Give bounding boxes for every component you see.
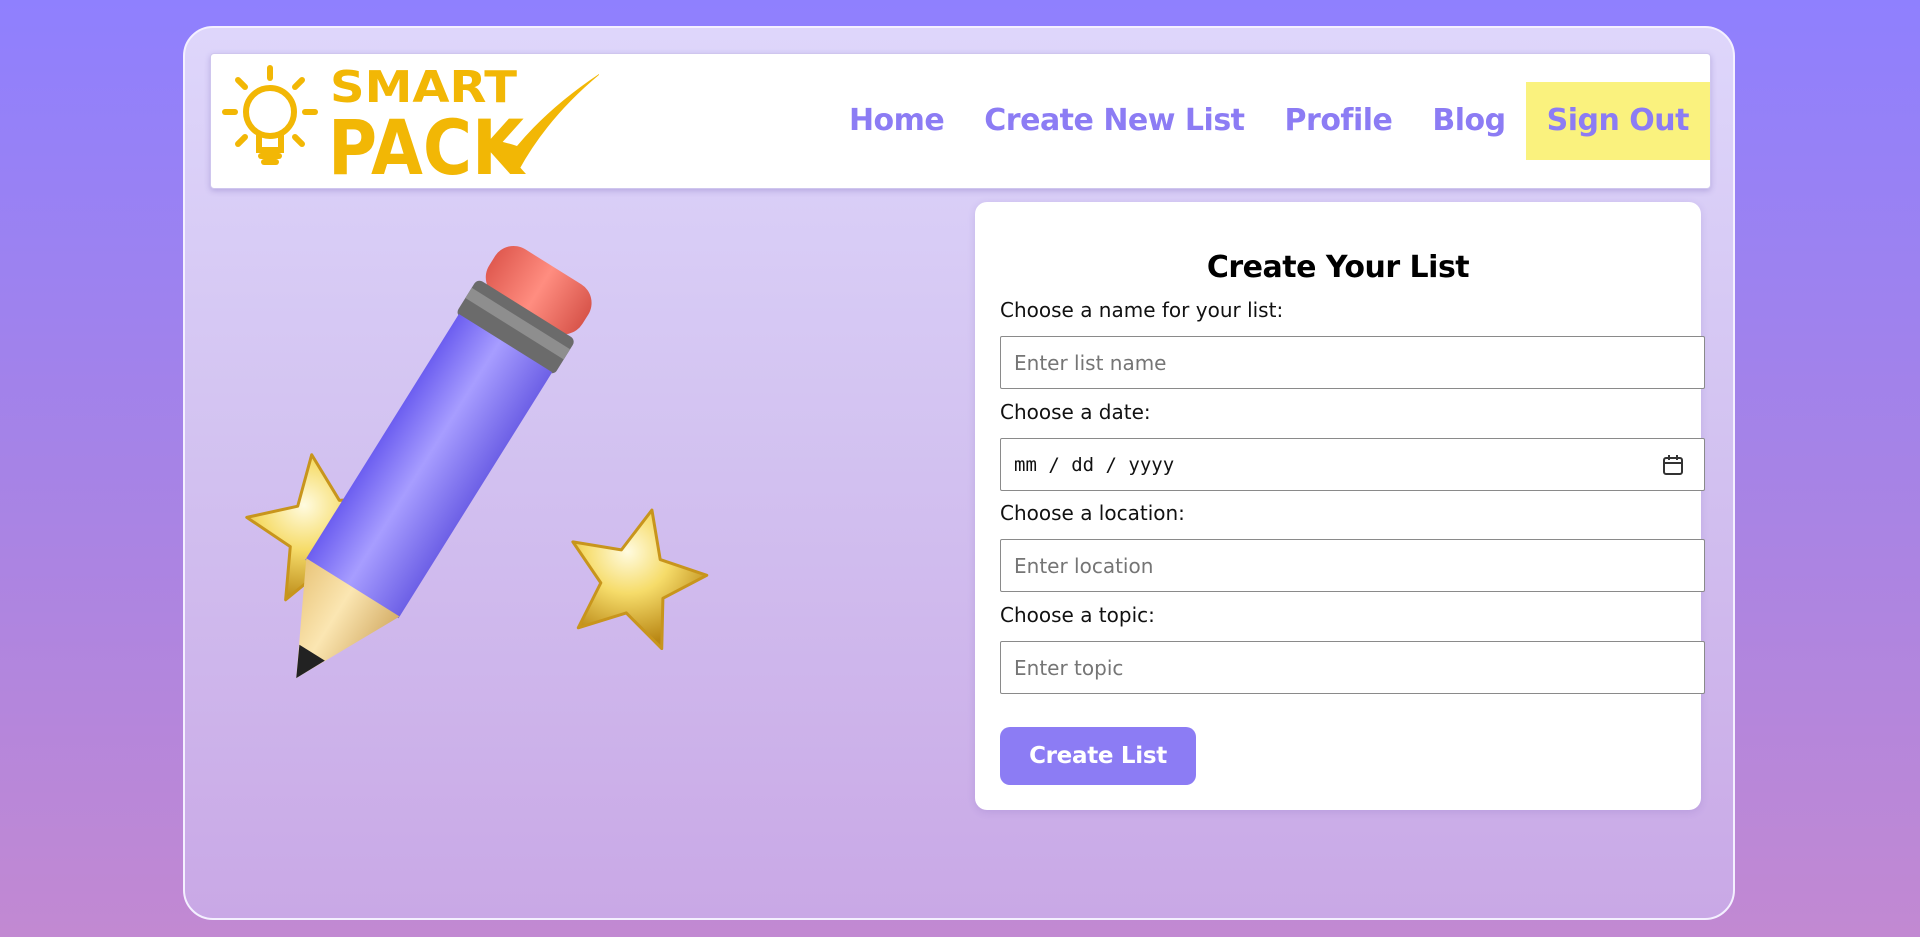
smart-pack-logo[interactable]: SMART PACK [219,60,599,180]
nav-links: Home Create New List Profile Blog Sign O… [829,82,1710,160]
topic-label: Choose a topic: [1000,603,1155,627]
nav-home-link[interactable]: Home [829,82,964,160]
pencil-shape [296,245,592,679]
navbar: SMART PACK Home Create New List Profile … [210,53,1711,189]
create-list-button[interactable]: Create List [1000,727,1196,785]
pencil-with-stars-icon [245,245,709,679]
date-label: Choose a date: [1000,400,1151,424]
main-container: SMART PACK Home Create New List Profile … [183,26,1735,920]
date-input[interactable]: mm / dd / yyyy [1000,438,1705,491]
nav-create-new-list-link[interactable]: Create New List [964,82,1264,160]
location-input[interactable] [1000,539,1705,592]
create-list-form-card: Create Your List Choose a name for your … [975,202,1705,810]
calendar-icon[interactable] [1662,454,1684,476]
date-input-value: mm / dd / yyyy [1014,454,1175,476]
lightbulb-icon [222,65,318,165]
list-name-input[interactable] [1000,336,1705,389]
location-label: Choose a location: [1000,501,1185,525]
nav-profile-link[interactable]: Profile [1265,82,1413,160]
list-name-label: Choose a name for your list: [1000,298,1284,322]
nav-sign-out-link[interactable]: Sign Out [1525,82,1710,160]
nav-blog-link[interactable]: Blog [1412,82,1525,160]
form-title: Create Your List [1206,250,1470,285]
topic-input[interactable] [1000,641,1705,694]
star-shape-right [571,508,709,651]
